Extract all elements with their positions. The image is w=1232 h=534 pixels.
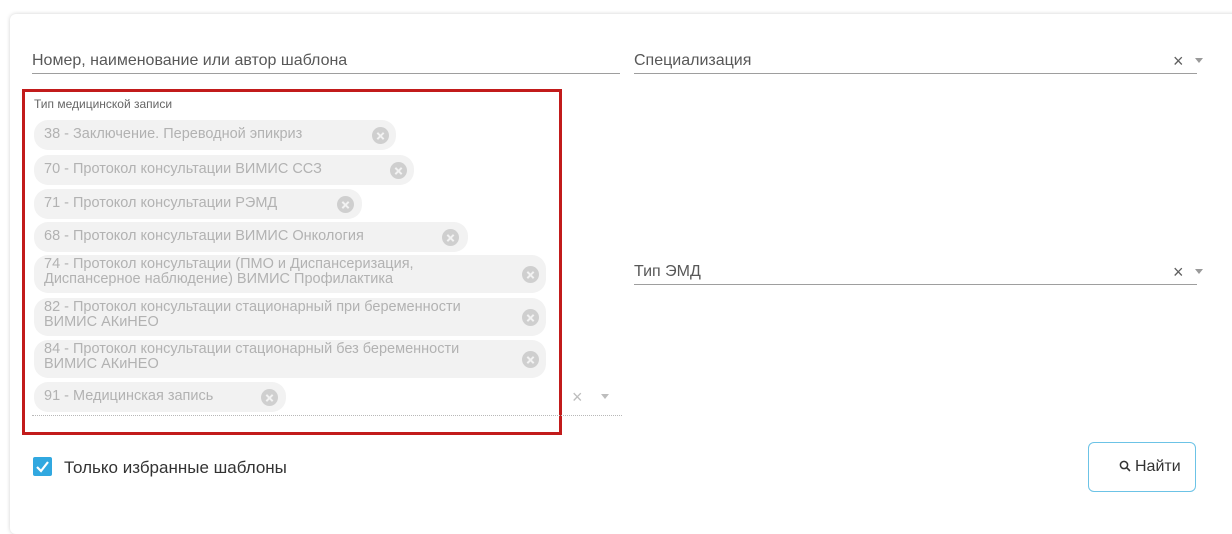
chip-record-type-84[interactable]: 84 - Протокол консультации стационарный … (34, 340, 546, 378)
search-icon (1119, 460, 1131, 472)
chip-record-type-82[interactable]: 82 - Протокол консультации стационарный … (34, 298, 546, 336)
check-icon (36, 461, 49, 473)
chip-remove-icon[interactable] (442, 229, 459, 246)
specialization-select[interactable]: Специализация × (634, 40, 1203, 74)
chip-record-type-68[interactable]: 68 - Протокол консультации ВИМИС Онколог… (34, 222, 468, 252)
record-type-dropdown-arrow-icon[interactable] (601, 394, 609, 399)
favorites-label: Только избранные шаблоны (64, 458, 287, 477)
record-type-label: Тип медицинской записи (34, 97, 173, 111)
chip-label: 91 - Медицинская запись (44, 388, 214, 404)
find-button[interactable]: Найти (1088, 442, 1196, 492)
specialization-clear-icon[interactable]: × (1173, 52, 1184, 70)
find-button-label: Найти (1135, 458, 1181, 475)
search-placeholder: Номер, наименование или автор шаблона (32, 52, 348, 69)
chip-record-type-91[interactable]: 91 - Медицинская запись (34, 382, 286, 412)
specialization-dropdown-arrow-icon[interactable] (1195, 58, 1203, 63)
chip-label: 82 - Протокол консультации стационарный … (44, 299, 461, 330)
specialization-placeholder: Специализация (634, 52, 752, 69)
chip-remove-icon[interactable] (522, 351, 539, 368)
chip-remove-icon[interactable] (372, 127, 389, 144)
favorites-checkbox[interactable] (33, 457, 52, 476)
chip-label: 38 - Заключение. Переводной эпикриз (44, 126, 303, 142)
chip-label: 71 - Протокол консультации РЭМД (44, 195, 278, 211)
chip-remove-icon[interactable] (337, 196, 354, 213)
chip-remove-icon[interactable] (522, 309, 539, 326)
chip-label: 70 - Протокол консультации ВИМИС ССЗ (44, 161, 322, 177)
emd-type-clear-icon[interactable]: × (1173, 263, 1184, 281)
emd-type-dropdown-arrow-icon[interactable] (1195, 269, 1203, 274)
emd-type-select[interactable]: Тип ЭМД × (634, 251, 1203, 285)
record-type-clear-icon[interactable]: × (572, 387, 583, 408)
chip-record-type-74[interactable]: 74 - Протокол консультации (ПМО и Диспан… (34, 255, 546, 293)
emd-type-placeholder: Тип ЭМД (634, 263, 701, 280)
chip-label: 68 - Протокол консультации ВИМИС Онколог… (44, 228, 364, 244)
record-type-underline (32, 415, 622, 416)
chip-record-type-71[interactable]: 71 - Протокол консультации РЭМД (34, 189, 362, 219)
chip-remove-icon[interactable] (261, 389, 278, 406)
chip-remove-icon[interactable] (390, 162, 407, 179)
chip-label: 74 - Протокол консультации (ПМО и Диспан… (44, 256, 414, 287)
chip-label: 84 - Протокол консультации стационарный … (44, 341, 460, 372)
template-search-input[interactable]: Номер, наименование или автор шаблона (32, 40, 620, 74)
chip-record-type-70[interactable]: 70 - Протокол консультации ВИМИС ССЗ (34, 155, 414, 185)
chip-remove-icon[interactable] (522, 266, 539, 283)
chip-record-type-38[interactable]: 38 - Заключение. Переводной эпикриз (34, 120, 396, 150)
